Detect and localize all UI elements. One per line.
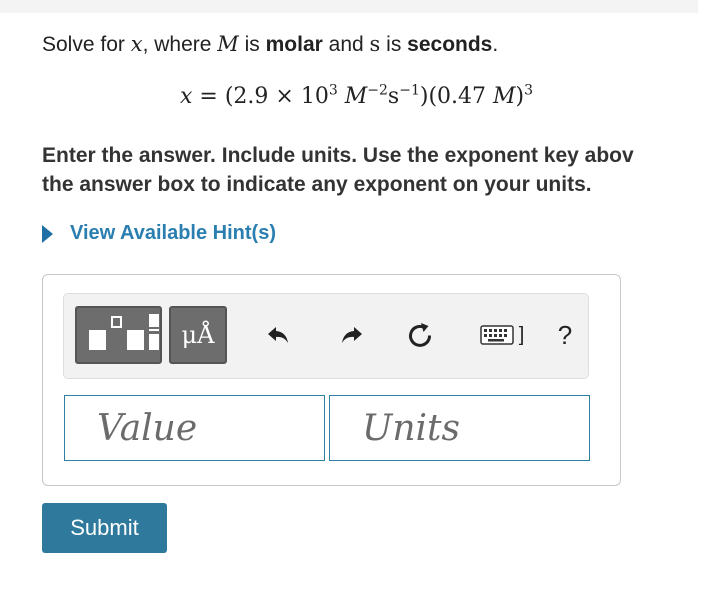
help-icon[interactable]: ? xyxy=(550,318,580,352)
variable-M: M xyxy=(217,32,239,56)
undo-icon xyxy=(268,327,288,343)
hint-arrow-icon xyxy=(42,224,53,243)
instructions-line: Enter the answer. Include units. Use the… xyxy=(42,144,634,167)
equation-part: M xyxy=(337,84,368,109)
seconds-term: seconds xyxy=(407,33,493,56)
equation-part: s xyxy=(387,84,400,109)
math-toolbar: μÅ] ? xyxy=(63,293,589,379)
reset-icon xyxy=(409,323,432,347)
keyboard-bracket: ] xyxy=(518,323,525,346)
reset-button[interactable] xyxy=(403,318,437,352)
units-button[interactable]: μÅ xyxy=(169,306,227,364)
prompt-text: , where xyxy=(142,33,218,56)
instructions: Enter the answer. Include units. Use the… xyxy=(42,141,710,199)
instructions-line: the answer box to indicate any exponent … xyxy=(42,173,592,196)
question-prompt: Solve for x, where M is molar and s is s… xyxy=(42,32,498,57)
view-hints-label: View Available Hint(s) xyxy=(70,222,276,244)
units-input[interactable] xyxy=(329,395,590,461)
variable-s: s xyxy=(369,32,381,56)
equation-part: )(0.47 xyxy=(419,84,494,109)
equation-part: M xyxy=(493,84,516,109)
units-icon: μÅ xyxy=(181,321,215,349)
molar-term: molar xyxy=(265,33,323,56)
answer-panel: μÅ] ? Value Units xyxy=(42,274,621,486)
templates-button[interactable] xyxy=(75,306,162,364)
variable-x: x xyxy=(130,32,143,56)
redo-button[interactable] xyxy=(334,318,368,352)
submit-button[interactable]: Submit xyxy=(42,503,167,553)
equation-part: ) xyxy=(515,84,525,109)
prompt-text: is xyxy=(238,33,266,56)
equation-exponent: −1 xyxy=(399,82,420,99)
equation-lhs: x xyxy=(180,84,193,109)
equation-exponent: 3 xyxy=(328,82,338,99)
prompt-text: is xyxy=(380,33,408,56)
undo-button[interactable] xyxy=(262,318,296,352)
view-hints-toggle[interactable]: View Available Hint(s) xyxy=(42,222,276,245)
prompt-text: . xyxy=(492,33,499,56)
value-input[interactable] xyxy=(64,395,325,461)
equation-exponent: −2 xyxy=(367,82,388,99)
keyboard-icon xyxy=(479,325,514,345)
top-bar xyxy=(0,0,698,13)
prompt-text: Solve for xyxy=(42,33,131,56)
equation-exponent: 3 xyxy=(524,82,534,99)
equation: x = (2.9 × 103 M−2s−1)(0.47 M)3 xyxy=(180,84,533,109)
redo-icon xyxy=(342,327,362,343)
prompt-text: and xyxy=(322,33,370,56)
equation-part: = (2.9 × 10 xyxy=(192,84,329,109)
keyboard-button[interactable]: ] xyxy=(472,318,532,352)
